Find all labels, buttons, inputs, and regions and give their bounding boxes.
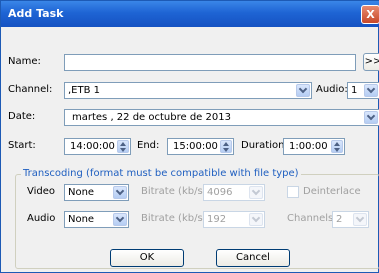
close-icon: X xyxy=(366,8,375,21)
channel-value: ,ETB 1 xyxy=(68,85,101,96)
browse-button[interactable]: >> xyxy=(363,53,379,71)
channel-select[interactable]: ,ETB 1 xyxy=(64,82,312,99)
spinner-arrows-icon[interactable] xyxy=(220,140,232,153)
audio-track-value: 1 xyxy=(351,85,358,96)
date-value: martes , 22 de octubre de 2013 xyxy=(72,112,231,123)
cancel-button[interactable]: Cancel xyxy=(216,249,290,267)
duration-value: 1:00:00 xyxy=(289,141,328,152)
transcoding-group-label: Transcoding (format must be compatible w… xyxy=(21,168,301,179)
audio-bitrate-value: 192 xyxy=(207,214,227,225)
date-picker[interactable]: martes , 22 de octubre de 2013 xyxy=(64,109,379,126)
audio-bitrate-label: Bitrate (kb/s): xyxy=(141,213,210,224)
channels-label: Channels: xyxy=(287,213,337,224)
chevron-down-icon[interactable] xyxy=(113,213,127,226)
spinner-arrows-icon[interactable] xyxy=(331,140,343,153)
channel-label: Channel: xyxy=(8,84,53,95)
name-label: Name: xyxy=(8,56,41,67)
deinterlace-checkbox xyxy=(287,186,299,198)
start-time-value: 14:00:00 xyxy=(70,141,115,152)
video-label: Video xyxy=(27,186,56,197)
name-input[interactable] xyxy=(64,54,356,71)
audio-track-label: Audio: xyxy=(316,84,348,95)
audio-codec-value: None xyxy=(68,214,95,225)
dialog-title: Add Task xyxy=(8,7,64,20)
audio-label: Audio xyxy=(27,213,56,224)
video-bitrate-select: 4096 xyxy=(203,184,265,201)
audio-bitrate-select: 192 xyxy=(203,211,265,228)
audio-track-select[interactable]: 1 xyxy=(347,82,379,99)
spinner-arrows-icon[interactable] xyxy=(117,140,129,153)
channels-select: 2 xyxy=(332,211,369,228)
deinterlace-label: Deinterlace xyxy=(303,186,361,197)
chevron-down-icon[interactable] xyxy=(296,84,310,97)
chevron-down-icon[interactable] xyxy=(113,186,127,199)
close-button[interactable]: X xyxy=(361,5,379,24)
audio-codec-select[interactable]: None xyxy=(64,211,129,228)
chevron-down-icon xyxy=(249,213,263,226)
video-codec-select[interactable]: None xyxy=(64,184,129,201)
video-bitrate-label: Bitrate (kb/s): xyxy=(141,186,210,197)
date-label: Date: xyxy=(8,111,36,122)
add-task-dialog: Add Task X Name: >> Channel: ,ETB 1 Audi… xyxy=(0,0,379,273)
end-time-input[interactable]: 15:00:00 xyxy=(167,138,234,155)
video-bitrate-value: 4096 xyxy=(207,187,233,198)
video-codec-value: None xyxy=(68,187,95,198)
title-bar[interactable]: Add Task X xyxy=(1,1,379,27)
end-time-value: 15:00:00 xyxy=(173,141,218,152)
duration-input[interactable]: 1:00:00 xyxy=(283,138,345,155)
chevron-down-icon xyxy=(353,213,367,226)
chevron-down-icon[interactable] xyxy=(364,111,378,124)
start-time-input[interactable]: 14:00:00 xyxy=(64,138,131,155)
ok-button[interactable]: OK xyxy=(110,249,184,267)
channels-value: 2 xyxy=(336,214,343,225)
start-label: Start: xyxy=(8,140,36,151)
chevron-down-icon xyxy=(249,186,263,199)
chevron-down-icon[interactable] xyxy=(364,84,378,97)
end-label: End: xyxy=(137,140,160,151)
duration-label: Duration: xyxy=(241,140,288,151)
